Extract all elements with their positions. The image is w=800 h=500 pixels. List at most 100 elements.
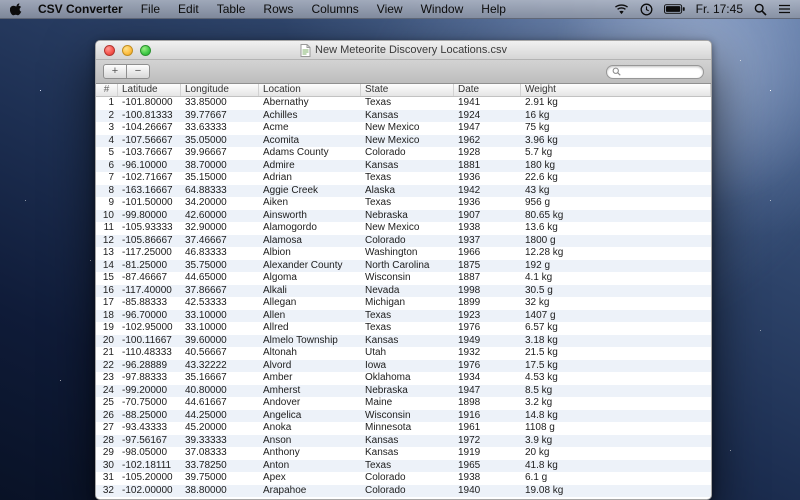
close-button[interactable] [104, 45, 115, 56]
apple-menu-icon[interactable] [10, 2, 23, 16]
table-row[interactable]: 26-88.2500044.25000AngelicaWisconsin1916… [96, 410, 711, 423]
menu-table[interactable]: Table [208, 2, 255, 16]
table-cell: 35.05000 [181, 135, 259, 148]
app-menu-title[interactable]: CSV Converter [29, 2, 132, 16]
table-row[interactable]: 27-93.4333345.20000AnokaMinnesota1961110… [96, 422, 711, 435]
table-row[interactable]: 15-87.4666744.65000AlgomaWisconsin18874.… [96, 272, 711, 285]
table-cell: Allred [259, 322, 361, 335]
column-header-date[interactable]: Date [454, 84, 521, 96]
clock-icon[interactable] [640, 3, 653, 16]
table-row[interactable]: 7-102.7166735.15000AdrianTexas193622.6 k… [96, 172, 711, 185]
table-cell: 35.15000 [181, 172, 259, 185]
table-row[interactable]: 28-97.5616739.33333AnsonKansas19723.9 kg [96, 435, 711, 448]
menu-bar: CSV Converter FileEditTableRowsColumnsVi… [0, 0, 800, 19]
table-cell: Nebraska [361, 210, 454, 223]
table-row[interactable]: 8-163.1666764.88333Aggie CreekAlaska1942… [96, 185, 711, 198]
spotlight-icon[interactable] [754, 3, 767, 16]
table-row[interactable]: 22-96.2888943.32222AlvordIowa197617.5 kg [96, 360, 711, 373]
table-row[interactable]: 11-105.9333332.90000AlamogordoNew Mexico… [96, 222, 711, 235]
table-cell: 1965 [454, 460, 521, 473]
table-cell: 1919 [454, 447, 521, 460]
row-edit-buttons: + − [103, 64, 150, 79]
menu-bar-clock[interactable]: Fr. 17:45 [696, 2, 743, 16]
menu-window[interactable]: Window [412, 2, 473, 16]
table-cell: -101.50000 [118, 197, 181, 210]
menu-edit[interactable]: Edit [169, 2, 208, 16]
table-row[interactable]: 20-100.1166739.60000Almelo TownshipKansa… [96, 335, 711, 348]
zoom-button[interactable] [140, 45, 151, 56]
table-cell: 1881 [454, 160, 521, 173]
menu-view[interactable]: View [368, 2, 412, 16]
table-cell: Wisconsin [361, 272, 454, 285]
table-cell: 37.46667 [181, 235, 259, 248]
table-row[interactable]: 10-99.8000042.60000AinsworthNebraska1907… [96, 210, 711, 223]
table-cell: North Carolina [361, 260, 454, 273]
search-input[interactable] [624, 66, 698, 77]
table-cell: 1941 [454, 97, 521, 110]
add-row-button[interactable]: + [103, 64, 127, 79]
table-cell: Adrian [259, 172, 361, 185]
column-header-location[interactable]: Location [259, 84, 361, 96]
table-row[interactable]: 12-105.8666737.46667AlamosaColorado19371… [96, 235, 711, 248]
table-cell: -98.05000 [118, 447, 181, 460]
table-row[interactable]: 18-96.7000033.10000AllenTexas19231407 g [96, 310, 711, 323]
remove-row-button[interactable]: − [126, 64, 150, 79]
table-row[interactable]: 14-81.2500035.75000Alexander CountyNorth… [96, 260, 711, 273]
table-cell: 2.91 kg [521, 97, 711, 110]
menu-rows[interactable]: Rows [254, 2, 302, 16]
search-field[interactable] [606, 65, 704, 79]
table-row[interactable]: 13-117.2500046.83333AlbionWashington1966… [96, 247, 711, 260]
table-cell: 17.5 kg [521, 360, 711, 373]
column-header-longitude[interactable]: Longitude [181, 84, 259, 96]
table-cell: 192 g [521, 260, 711, 273]
table-row[interactable]: 19-102.9500033.10000AllredTexas19766.57 … [96, 322, 711, 335]
table-cell: 22.6 kg [521, 172, 711, 185]
column-header-latitude[interactable]: Latitude [118, 84, 181, 96]
notification-center-icon[interactable] [778, 4, 791, 14]
table-cell: -93.43333 [118, 422, 181, 435]
table-row[interactable]: 3-104.2666733.63333AcmeNew Mexico194775 … [96, 122, 711, 135]
table-row[interactable]: 1-101.8000033.85000AbernathyTexas19412.9… [96, 97, 711, 110]
table-cell: 1947 [454, 385, 521, 398]
table-row[interactable]: 25-70.7500044.61667AndoverMaine18983.2 k… [96, 397, 711, 410]
table-row[interactable]: 31-105.2000039.75000ApexColorado19386.1 … [96, 472, 711, 485]
table-cell: 5.7 kg [521, 147, 711, 160]
table-row[interactable]: 4-107.5666735.05000AcomitaNew Mexico1962… [96, 135, 711, 148]
table-cell: 1972 [454, 435, 521, 448]
row-number: 12 [96, 235, 118, 248]
table-row[interactable]: 29-98.0500037.08333AnthonyKansas191920 k… [96, 447, 711, 460]
table-cell: Adams County [259, 147, 361, 160]
table-cell: Kansas [361, 435, 454, 448]
table-row[interactable]: 24-99.2000040.80000AmherstNebraska19478.… [96, 385, 711, 398]
table-cell: Aiken [259, 197, 361, 210]
table-cell: Admire [259, 160, 361, 173]
column-header-num[interactable]: # [96, 84, 118, 96]
table-cell: -100.11667 [118, 335, 181, 348]
minimize-button[interactable] [122, 45, 133, 56]
table-row[interactable]: 2-100.8133339.77667AchillesKansas192416 … [96, 110, 711, 123]
column-header-weight[interactable]: Weight [521, 84, 711, 96]
table-cell: Michigan [361, 297, 454, 310]
battery-icon[interactable] [664, 4, 685, 14]
table-row[interactable]: 9-101.5000034.20000AikenTexas1936956 g [96, 197, 711, 210]
column-header-state[interactable]: State [361, 84, 454, 96]
table-row[interactable]: 16-117.4000037.86667AlkaliNevada199830.5… [96, 285, 711, 298]
window-titlebar[interactable]: New Meteorite Discovery Locations.csv [96, 41, 711, 60]
wifi-icon[interactable] [614, 4, 629, 15]
table-row[interactable]: 17-85.8833342.53333AlleganMichigan189932… [96, 297, 711, 310]
table-cell: Colorado [361, 235, 454, 248]
menu-columns[interactable]: Columns [302, 2, 367, 16]
table-row[interactable]: 23-97.8833335.16667AmberOklahoma19344.53… [96, 372, 711, 385]
row-number: 21 [96, 347, 118, 360]
table-row[interactable]: 32-102.0000038.80000ArapahoeColorado1940… [96, 485, 711, 498]
table-row[interactable]: 30-102.1811133.78250AntonTexas196541.8 k… [96, 460, 711, 473]
menu-file[interactable]: File [132, 2, 169, 16]
table-cell: 1887 [454, 272, 521, 285]
table-row[interactable]: 6-96.1000038.70000AdmireKansas1881180 kg [96, 160, 711, 173]
table-cell: 1932 [454, 347, 521, 360]
table-cell: -103.76667 [118, 147, 181, 160]
window-controls [104, 45, 151, 56]
table-row[interactable]: 5-103.7666739.96667Adams CountyColorado1… [96, 147, 711, 160]
menu-help[interactable]: Help [472, 2, 515, 16]
table-row[interactable]: 21-110.4833340.56667AltonahUtah193221.5 … [96, 347, 711, 360]
